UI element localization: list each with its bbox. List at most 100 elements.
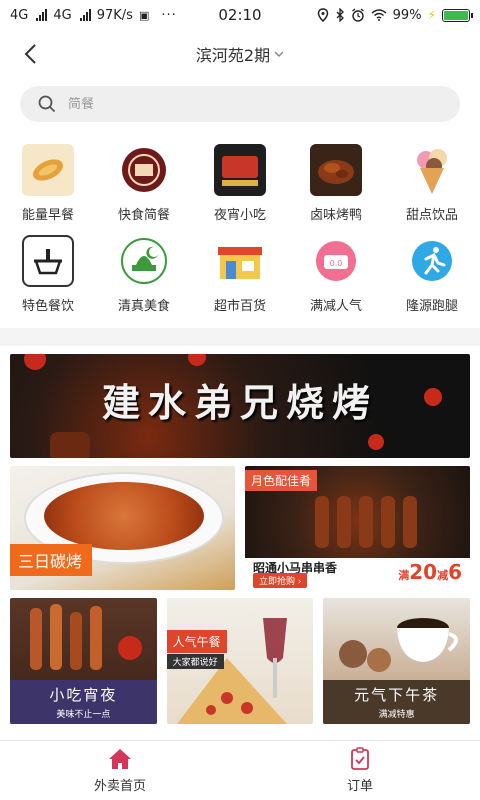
hero-title: 建水弟兄烧烤 [101, 380, 378, 425]
buy-now-button[interactable]: 立即抢购 › [253, 573, 308, 588]
home-icon [109, 749, 131, 769]
dish-image [44, 482, 204, 550]
network-speed: 97K/s [96, 7, 133, 23]
skewer-image [315, 496, 329, 548]
tab-orders[interactable]: 订单 [240, 741, 480, 800]
back-button[interactable] [14, 38, 46, 70]
promo-charcoal[interactable]: 三日碳烤 [10, 466, 235, 590]
bluetooth-icon [336, 8, 344, 22]
category-roast-duck[interactable]: 卤味烤鸭 [288, 144, 384, 223]
category-supermarket[interactable]: 超市百货 [192, 235, 288, 314]
signal-icon [36, 9, 48, 21]
category-discount[interactable]: 0.0 满减人气 [288, 235, 384, 314]
fast-food-logo-icon [118, 144, 170, 196]
category-breakfast[interactable]: 能量早餐 [0, 144, 96, 223]
category-label: 快食简餐 [117, 208, 170, 223]
discount-mid: 减 [437, 569, 449, 582]
discount-prefix: 满 [398, 569, 410, 582]
tile-caption: 元气下午茶 满减特惠 [323, 680, 471, 724]
tile-afternoon-tea[interactable]: 元气下午茶 满减特惠 [323, 598, 471, 724]
battery-icon [442, 8, 473, 22]
tile-night-snack[interactable]: 小吃宵夜 美味不止一点 [10, 598, 157, 724]
order-list-icon [351, 747, 369, 770]
tomato-image [50, 432, 90, 458]
search-icon [38, 95, 56, 113]
ice-cream-icon [406, 144, 458, 196]
tomato-image [188, 354, 206, 366]
location-label: 滨河苑2期 [195, 46, 271, 65]
hotpot-icon [22, 235, 74, 287]
notification-icon: ▣ [138, 8, 150, 22]
tile-tag: 人气午餐 [166, 630, 227, 653]
location-icon [317, 8, 328, 22]
chevron-down-icon [274, 51, 284, 57]
search-section [0, 78, 480, 134]
category-fast-food[interactable]: 快食简餐 [96, 144, 192, 223]
charging-icon: ⚡ [427, 8, 436, 22]
bottom-tab-bar: 外卖首页 订单 [0, 740, 480, 800]
discount-value: 6 [448, 560, 462, 584]
status-bar: 4G 4G 97K/s ▣ ··· 02:10 99% ⚡ [0, 0, 480, 30]
roast-duck-icon [310, 144, 362, 196]
tile-title: 元气下午茶 [354, 686, 440, 704]
promo-tag: 三日碳烤 [10, 544, 93, 576]
category-halal[interactable]: 清真美食 [96, 235, 192, 314]
category-specialty[interactable]: 特色餐饮 [0, 235, 96, 314]
category-errand[interactable]: 隆源跑腿 [384, 235, 480, 314]
tile-subtitle: 美味不止一点 [56, 710, 111, 720]
tile-tag-sub: 大家都说好 [166, 654, 224, 669]
discount-amount: 20 [409, 560, 438, 584]
battery-fill [444, 10, 468, 20]
fried-dough-icon [22, 144, 74, 196]
discount-label: 满20减6 [398, 560, 462, 584]
network-label-1: 4G [10, 7, 29, 23]
search-bar[interactable] [20, 86, 460, 122]
more-icon: ··· [161, 7, 177, 23]
tomato-image [368, 434, 384, 450]
tile-lunch[interactable]: 人气午餐 大家都说好 [166, 598, 314, 724]
hero-banner[interactable]: 建水弟兄烧烤 [10, 354, 470, 458]
tile-caption: 小吃宵夜 美味不止一点 [10, 680, 157, 724]
status-right: 99% ⚡ [280, 7, 473, 23]
night-snack-icon [214, 144, 266, 196]
status-time: 02:10 [218, 6, 262, 24]
tab-home[interactable]: 外卖首页 [0, 741, 240, 800]
category-dessert[interactable]: 甜点饮品 [384, 144, 480, 223]
promo-row: 三日碳烤 月色配佳肴 昭通小马串串香 立即抢购 › 满20减6 [10, 466, 470, 590]
battery-percent: 99% [392, 7, 422, 23]
category-label: 夜宵小吃 [213, 208, 266, 223]
signal-icon [79, 9, 91, 21]
location-selector[interactable]: 滨河苑2期 [196, 42, 284, 66]
skewer-image [381, 496, 395, 548]
skewer-image [403, 496, 417, 548]
tab-label: 订单 [346, 779, 373, 794]
category-label: 清真美食 [117, 299, 170, 314]
promo-tag: 月色配佳肴 [245, 470, 318, 491]
category-night-snack[interactable]: 夜宵小吃 [192, 144, 288, 223]
header: 滨河苑2期 [0, 30, 480, 78]
promo-skewers[interactable]: 月色配佳肴 昭通小马串串香 立即抢购 › 满20减6 [245, 466, 470, 590]
section-divider [0, 328, 480, 346]
tile-row: 小吃宵夜 美味不止一点 人气午餐 大家都说好 元气下午茶 满减特惠 [10, 598, 471, 724]
runner-icon [406, 235, 458, 287]
svg-text:0.0: 0.0 [330, 259, 343, 268]
chevron-left-icon [24, 44, 36, 64]
category-label: 特色餐饮 [21, 299, 74, 314]
tile-title: 小吃宵夜 [49, 686, 118, 704]
skewer-image [359, 496, 373, 548]
search-input[interactable] [68, 96, 442, 112]
category-label: 能量早餐 [21, 208, 74, 223]
tile-subtitle: 满减特惠 [378, 710, 415, 720]
category-label: 隆源跑腿 [405, 299, 458, 314]
category-label: 卤味烤鸭 [309, 208, 362, 223]
skewer-image [337, 496, 351, 548]
coffee-cup-image [339, 618, 459, 672]
supermarket-icon [214, 235, 266, 287]
skewers-image [30, 604, 142, 670]
category-grid: 能量早餐 快食简餐 夜宵小吃 卤味烤鸭 甜点饮品 特色餐饮 清真美食 超市百货 … [0, 134, 480, 328]
category-label: 超市百货 [213, 299, 266, 314]
status-left: 4G 4G 97K/s ▣ ··· [10, 8, 200, 23]
tomato-image [24, 354, 46, 370]
category-label: 满减人气 [309, 299, 362, 314]
wifi-icon [371, 9, 387, 21]
